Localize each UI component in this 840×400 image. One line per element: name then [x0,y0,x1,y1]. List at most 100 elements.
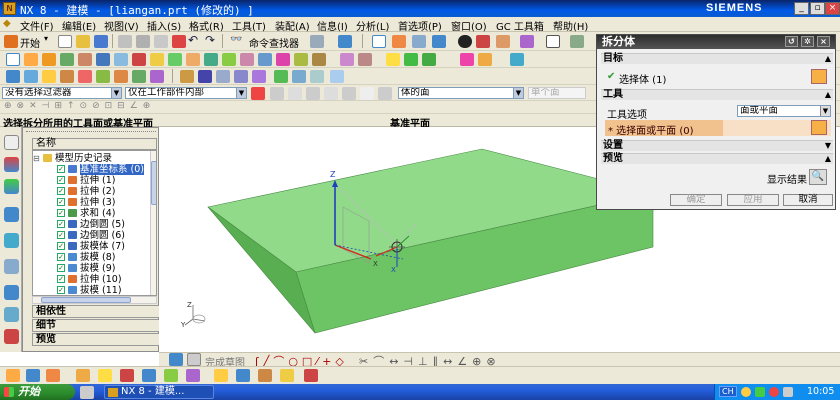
menu-tools[interactable]: 工具(T) [232,18,266,33]
shell-icon[interactable] [276,53,290,66]
sphere-icon[interactable] [60,70,74,83]
select-face-row[interactable]: * 选择面或平面 (0) [605,120,831,137]
show-icon[interactable] [164,369,178,382]
resize-icon[interactable] [132,70,146,83]
taskbar-nx-item[interactable]: NX 8 - 建模... [104,385,214,399]
point-icon[interactable] [236,369,250,382]
wcs-icon[interactable] [6,369,20,382]
nx-app-icon[interactable]: N [3,2,16,15]
restore-icon[interactable]: ▫ [810,2,825,15]
background-icon[interactable] [546,35,560,48]
hole-icon[interactable] [60,53,74,66]
start-menu-button[interactable]: 开始 [0,384,75,400]
trim-body-icon[interactable] [222,53,236,66]
dialog-close-icon[interactable]: × [817,36,830,47]
zoom-icon[interactable] [392,35,406,48]
menu-preferences[interactable]: 首选项(P) [398,18,442,33]
tree-vertical-scrollbar[interactable] [150,151,156,295]
feature-checkbox[interactable]: ✓ [57,275,65,283]
column-header-name[interactable]: 名称 [32,138,157,150]
delete-icon[interactable] [172,35,186,48]
sketch-icon[interactable] [6,53,20,66]
general-select-icon[interactable] [270,87,284,100]
section-preview[interactable]: 预览 ▲ [601,153,833,164]
feature-checkbox[interactable]: ✓ [57,220,65,228]
sweep-icon[interactable] [510,53,524,66]
pocket-icon[interactable] [96,53,110,66]
render-style-icon[interactable] [476,35,490,48]
dialog-title-bar[interactable]: 拆分体 ↺ ✲ × [597,35,835,49]
sew-icon[interactable] [180,70,194,83]
close-icon[interactable]: × [825,2,840,15]
scroll-thumb[interactable] [151,161,156,205]
block-icon[interactable] [6,70,20,83]
pattern-icon[interactable] [294,53,308,66]
unsuppress-icon[interactable] [330,70,344,83]
component-rule-icon[interactable] [378,87,392,100]
menu-file[interactable]: 文件(F) [20,18,54,33]
menu-help[interactable]: 帮助(H) [553,18,588,33]
new-file-icon[interactable] [58,35,72,48]
start-button[interactable]: 开始 [20,35,40,50]
split-body-icon[interactable] [240,53,254,66]
transform-icon[interactable] [76,369,90,382]
apply-button[interactable]: 应用 [727,194,779,206]
draft-icon[interactable] [258,53,272,66]
system-material-icon[interactable] [4,307,19,322]
roles-icon[interactable] [4,329,19,344]
move-face-icon[interactable] [78,70,92,83]
annotation-icon[interactable] [304,369,318,382]
mirror-icon[interactable] [312,53,326,66]
expression-icon[interactable] [292,70,306,83]
navigator-toggle-icon[interactable] [4,135,19,150]
paste-icon[interactable] [154,35,168,48]
open-folder-icon[interactable] [76,35,90,48]
datum-plane-icon[interactable] [422,53,436,66]
history-icon[interactable] [4,285,19,300]
extract-icon[interactable] [216,70,230,83]
measure-icon[interactable] [386,53,400,66]
plane-icon[interactable] [280,369,294,382]
volume-icon[interactable] [783,387,793,397]
sketch-task-icon[interactable] [187,353,201,366]
patch-icon[interactable] [198,70,212,83]
rotate-icon[interactable] [412,35,426,48]
offset-face-icon[interactable] [340,53,354,66]
tray-icon-2[interactable] [755,387,765,397]
feature-rule-icon[interactable] [360,87,374,100]
web-browser-icon[interactable] [4,259,19,274]
feature-checkbox[interactable]: ✓ [57,264,65,272]
ok-button[interactable]: 确定 [670,194,722,206]
csys-icon[interactable] [26,369,40,382]
snap-point-icons[interactable]: ⊕⊗✕⊣⊞↑⊙⊘⊡⊟∠⊕ [4,101,155,111]
subtract-icon[interactable] [186,53,200,66]
blank-icon[interactable] [186,369,200,382]
color-icon[interactable] [120,369,134,382]
part-navigator-icon[interactable] [4,179,19,194]
unite-icon[interactable] [168,53,182,66]
selection-scope-dropdown[interactable]: 仅在工作部件内部 ▼ [125,87,247,99]
cut-icon[interactable] [118,35,132,48]
select-body-row[interactable]: ✔ 选择体 (1) [605,69,831,86]
tool-option-dropdown[interactable]: 面或平面 ▼ [737,105,831,117]
replace-face-icon[interactable] [96,70,110,83]
offset-region-icon[interactable] [150,70,164,83]
body-rule-icon[interactable] [342,87,356,100]
edge-blend-icon[interactable] [132,53,146,66]
view-cube-icon[interactable] [432,35,446,48]
panel-preview[interactable]: 预览▼ [32,333,179,346]
snap-toggle-icon[interactable] [251,87,265,100]
suppress-icon[interactable] [310,70,324,83]
menu-view[interactable]: 视图(V) [104,18,139,33]
feature-checkbox[interactable]: ✓ [57,231,65,239]
language-indicator[interactable]: CH [719,386,737,397]
assembly-navigator-icon[interactable] [4,157,19,172]
tree-horizontal-scrollbar[interactable] [32,296,157,304]
edit-param-icon[interactable] [234,70,248,83]
menu-info[interactable]: 信息(I) [317,18,348,33]
menu-analysis[interactable]: 分析(L) [356,18,389,33]
surface-icon[interactable] [460,53,474,66]
feature-checkbox[interactable]: ✓ [57,165,65,173]
menu-app-icon[interactable]: ◆ [3,18,11,29]
save-icon[interactable] [94,35,108,48]
